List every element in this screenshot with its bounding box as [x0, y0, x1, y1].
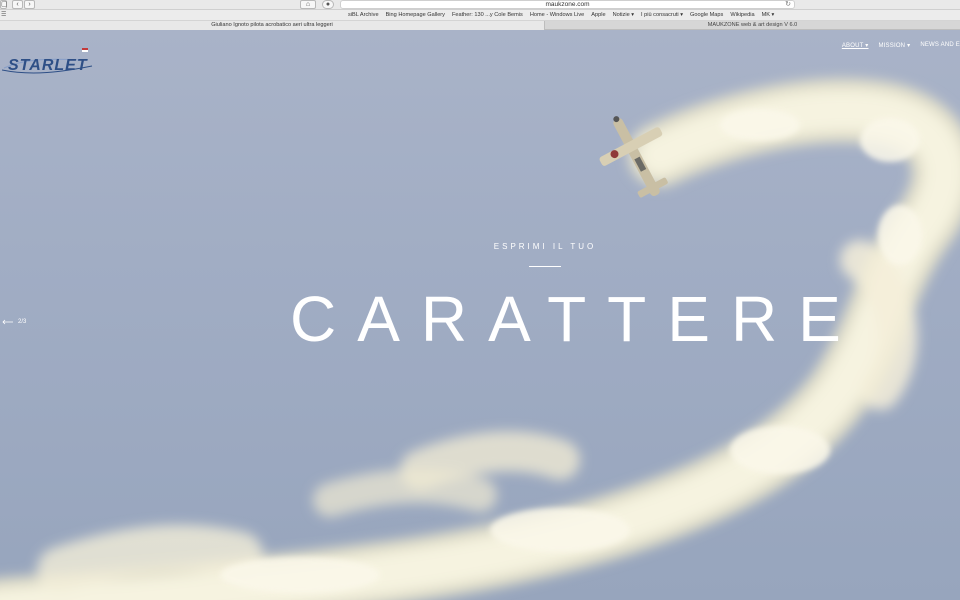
bookmarks-menu-icon[interactable]: ☰	[1, 10, 6, 21]
bookmark-apple[interactable]: Apple	[591, 10, 605, 21]
bookmark-bing-gallery[interactable]: Bing Homepage Gallery	[386, 10, 445, 21]
url-text: maukzone.com	[545, 1, 590, 8]
slider-control[interactable]: 2/3	[2, 319, 26, 325]
nav-mission[interactable]: MISSION ▾	[878, 42, 910, 49]
bookmark-piu-consacruti[interactable]: I più consacruti ▾	[641, 10, 683, 21]
hero-divider	[529, 266, 561, 267]
bookmark-google-maps[interactable]: Google Maps	[690, 10, 723, 21]
reload-icon[interactable]: ↻	[785, 1, 791, 9]
bookmark-mk[interactable]: MK ▾	[762, 10, 775, 21]
bookmark-list: siBL Archive Bing Homepage Gallery Feath…	[348, 10, 774, 21]
bookmark-feather[interactable]: Feather: 130 ...y Cole Bemis	[452, 10, 523, 21]
tab-bar: Giuliano Ignoto pilota acrobatico aeri u…	[0, 21, 960, 30]
arrow-left-icon[interactable]	[2, 319, 14, 325]
hero-subtitle: ESPRIMI IL TUO	[493, 242, 597, 251]
tab-label: Giuliano Ignoto pilota acrobatico aeri u…	[211, 22, 333, 28]
back-icon[interactable]: ‹	[12, 0, 23, 9]
svg-text:STARLET: STARLET	[8, 57, 88, 74]
forward-icon[interactable]: ›	[24, 0, 35, 9]
home-icon[interactable]: ⌂	[300, 0, 316, 9]
starlet-logo[interactable]: STARLET	[2, 46, 94, 78]
tab-giuliano-ignoto[interactable]: Giuliano Ignoto pilota acrobatico aeri u…	[0, 21, 545, 30]
bookmark-wikipedia[interactable]: Wikipedia	[730, 10, 754, 21]
tab-maukzone[interactable]: MAUKZONE web & art design V 6.0	[545, 21, 960, 30]
address-bar[interactable]: maukzone.com ↻	[340, 0, 795, 9]
bookmarks-bar: ☰ siBL Archive Bing Homepage Gallery Fea…	[0, 10, 960, 21]
bookmark-notizie[interactable]: Notizie ▾	[613, 10, 634, 21]
shield-icon[interactable]: ●	[322, 0, 334, 9]
nav-news[interactable]: NEWS AND E	[920, 42, 960, 49]
slide-counter: 2/3	[18, 319, 27, 325]
nav-about[interactable]: ABOUT ▾	[842, 42, 869, 49]
hero-title: CARATTERE	[290, 283, 862, 355]
page-hero: STARLET ABOUT ▾ MISSION ▾ NEWS AND E ESP…	[0, 30, 960, 600]
sidebar-icon[interactable]: ▢	[0, 0, 8, 9]
browser-toolbar: ▢ ‹ › ⌂ ● maukzone.com ↻	[0, 0, 960, 10]
tab-label: MAUKZONE web & art design V 6.0	[707, 22, 798, 28]
main-nav: ABOUT ▾ MISSION ▾ NEWS AND E	[842, 42, 960, 49]
bookmark-windows-live[interactable]: Home - Windows Live	[530, 10, 584, 21]
bookmark-sibl-archive[interactable]: siBL Archive	[348, 10, 379, 21]
